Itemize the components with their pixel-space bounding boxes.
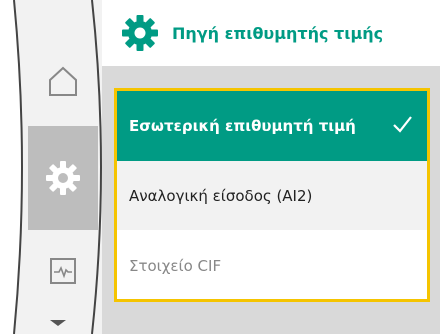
chevron-down-icon[interactable] bbox=[50, 320, 66, 326]
side-navigation bbox=[0, 0, 102, 334]
nav-item-settings[interactable] bbox=[28, 126, 98, 230]
option-label: Στοιχείο CIF bbox=[129, 256, 222, 275]
setpoint-source-list: Εσωτερική επιθυμητή τιμή Αναλογική είσοδ… bbox=[114, 88, 430, 302]
monitor-icon bbox=[50, 258, 76, 284]
option-analog-input[interactable]: Αναλογική είσοδος (AI2) bbox=[117, 161, 427, 231]
option-label: Εσωτερική επιθυμητή τιμή bbox=[129, 117, 356, 135]
option-label: Αναλογική είσοδος (AI2) bbox=[129, 186, 313, 205]
checkmark-icon bbox=[393, 116, 412, 133]
nav-item-home[interactable] bbox=[28, 44, 98, 118]
gear-icon bbox=[46, 161, 80, 195]
home-icon bbox=[49, 66, 77, 96]
option-internal-setpoint[interactable]: Εσωτερική επιθυμητή τιμή bbox=[117, 91, 427, 161]
gear-icon bbox=[122, 15, 158, 51]
option-cif-module[interactable]: Στοιχείο CIF bbox=[117, 232, 427, 299]
nav-item-monitor[interactable] bbox=[28, 234, 98, 308]
page-title: Πηγή επιθυμητής τιμής bbox=[172, 23, 384, 43]
page-header: Πηγή επιθυμητής τιμής bbox=[102, 0, 440, 66]
